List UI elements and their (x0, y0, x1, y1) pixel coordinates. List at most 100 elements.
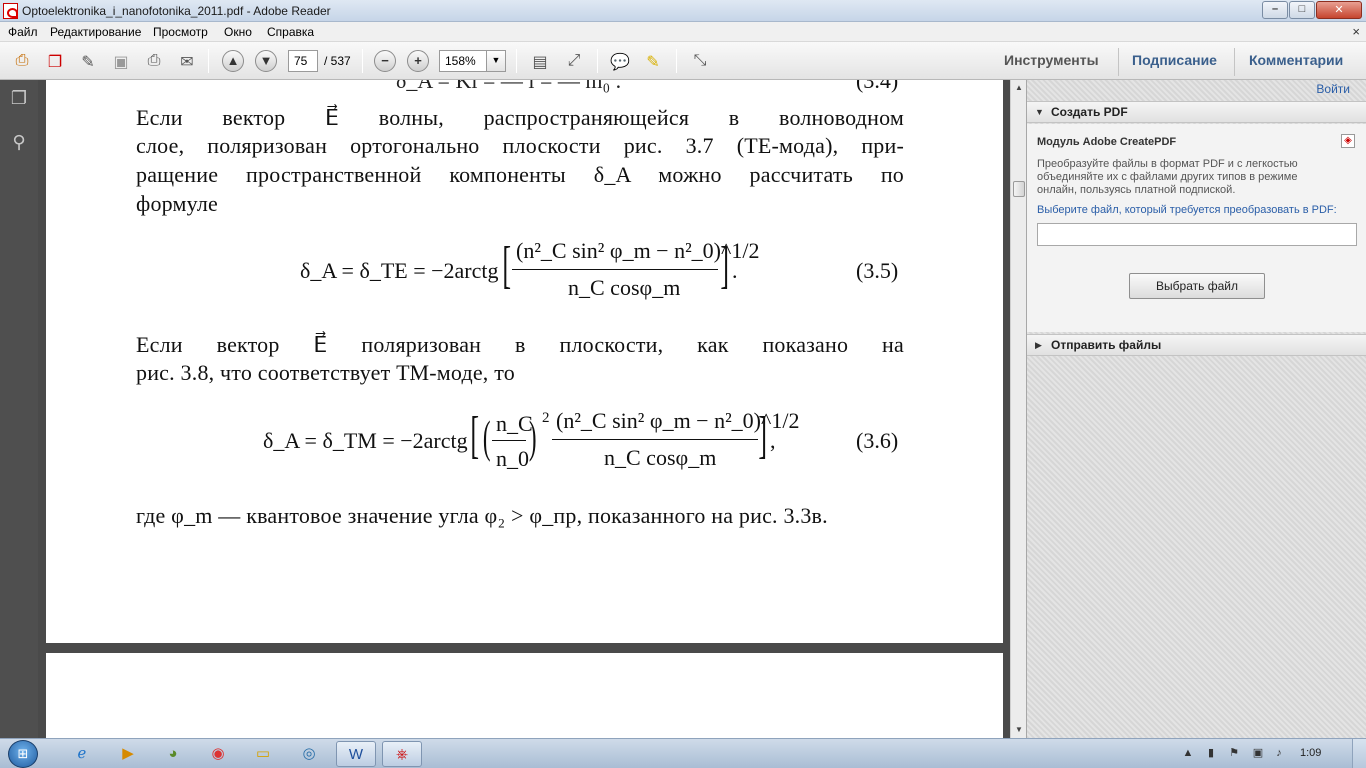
start-button[interactable]: ⊞ (8, 740, 38, 768)
create-pdf-panel: Модуль Adobe CreatePDF ◈ Преобразуйте фа… (1027, 124, 1366, 332)
sign-in-link[interactable]: Войти (1316, 82, 1350, 96)
window-title: Optoelektronika_i_nanofotonika_2011.pdf … (22, 4, 331, 18)
equation-3-6-number: (3.6) (856, 428, 899, 453)
menu-file[interactable]: Файл (8, 25, 38, 39)
right-paren: ) (528, 411, 537, 462)
toolbar-separator (516, 49, 517, 73)
paragraph-line: Если вектор E⃗ волны, распространяющейся… (136, 105, 904, 130)
clock[interactable]: 1:09 (1300, 747, 1321, 759)
navigation-pane: ❐ ⚲ (0, 80, 38, 738)
word-icon[interactable]: W (336, 741, 376, 767)
page-total: / 537 (324, 54, 351, 68)
zoom-dropdown-button[interactable]: ▼ (486, 50, 506, 72)
tab-separator (1118, 48, 1119, 76)
edit-pdf-icon[interactable]: ✎ (76, 50, 100, 72)
module-title: Модуль Adobe CreatePDF (1037, 136, 1177, 148)
equation-3-5-denominator: n_C cosφ_m (568, 275, 681, 300)
tab-tools[interactable]: Инструменты (1004, 52, 1099, 68)
fit-page-icon[interactable]: ▤ (528, 50, 552, 72)
email-icon[interactable]: ✉ (175, 50, 199, 72)
menu-bar: Файл Редактирование Просмотр Окно Справк… (0, 22, 1366, 42)
pages-icon[interactable]: ❐ (9, 88, 29, 110)
toolbar-separator (362, 49, 363, 73)
select-file-prompt: Выберите файл, который требуется преобра… (1037, 204, 1337, 216)
zoom-input[interactable]: 158% (439, 50, 487, 72)
toolbar: ⎙ ❐ ✎ ▣ ⎙ ✉ ▲ ▼ 75 / 537 − + 158% ▼ ▤ ⤢ … (0, 42, 1366, 80)
explorer-folder-icon[interactable]: ▭ (243, 741, 283, 767)
paragraph-line: Если вектор E⃗ поляризован в плоскости, … (136, 332, 904, 357)
toolbar-separator (597, 49, 598, 73)
equation-3-6-power: 2 (542, 410, 550, 426)
next-page-button[interactable]: ▼ (255, 50, 277, 72)
pdf-page (46, 653, 1003, 738)
adobe-reader-task-icon[interactable]: ⎈ (382, 741, 422, 767)
create-pdf-header[interactable]: ▼ Создать PDF (1027, 101, 1366, 123)
equation-3-6-denominator: n_C cosφ_m (604, 445, 717, 470)
scroll-down-icon[interactable]: ▼ (1011, 722, 1027, 738)
combine-files-icon[interactable]: ❐ (43, 50, 67, 72)
toolbar-separator (676, 49, 677, 73)
comment-icon[interactable]: 💬 (608, 50, 632, 72)
module-description: Преобразуйте файлы в формат PDF и с легк… (1037, 158, 1298, 170)
send-files-header[interactable]: ▶ Отправить файлы (1027, 334, 1366, 356)
previous-page-button[interactable]: ▲ (222, 50, 244, 72)
equation-3-4-fragment: δ_A = Kl = — l = — m₀ . (396, 80, 622, 93)
internet-explorer-icon[interactable]: ℯ (62, 741, 102, 767)
left-bracket: [ (502, 237, 511, 294)
menu-edit[interactable]: Редактирование (50, 25, 141, 39)
scrollbar-thumb[interactable] (1013, 181, 1025, 197)
left-bracket: [ (470, 407, 479, 464)
file-path-input[interactable] (1037, 223, 1357, 246)
close-button[interactable]: ✕ (1316, 1, 1362, 19)
zoom-out-button[interactable]: − (374, 50, 396, 72)
right-bracket: ] (720, 237, 729, 294)
choose-file-button[interactable]: Выбрать файл (1129, 273, 1265, 299)
tab-comments[interactable]: Комментарии (1249, 52, 1343, 68)
action-center-flag-icon[interactable]: ⚑ (1227, 746, 1241, 760)
save-icon[interactable]: ▣ (109, 50, 133, 72)
equation-3-4-number: (3.4) (856, 80, 899, 93)
fit-width-icon[interactable]: ⤢ (562, 50, 586, 72)
tab-separator (1234, 48, 1235, 76)
scroll-up-icon[interactable]: ▲ (1011, 80, 1027, 96)
app-icon[interactable]: ◕ (153, 741, 193, 767)
menu-view[interactable]: Просмотр (153, 25, 208, 39)
chrome-icon[interactable]: ◉ (198, 741, 238, 767)
show-hidden-icons-icon[interactable]: ▲ (1181, 746, 1195, 760)
fraction-line (492, 440, 526, 441)
full-screen-icon[interactable]: ⤡ (688, 50, 712, 72)
zoom-in-button[interactable]: + (407, 50, 429, 72)
media-player-icon[interactable]: ▶ (108, 741, 148, 767)
expanded-triangle-icon: ▼ (1035, 107, 1044, 117)
equation-3-6-comma: , (770, 428, 776, 453)
menu-help[interactable]: Справка (267, 25, 314, 39)
chevron-down-icon: ▼ (491, 55, 501, 65)
minimize-button[interactable]: – (1262, 1, 1288, 19)
show-desktop-button[interactable] (1352, 739, 1366, 768)
paragraph-line: рис. 3.8, что соответствует ТМ-моде, то (136, 360, 515, 385)
equation-3-6-lhs: δ_A = δ_TM = −2arctg (263, 428, 468, 453)
createpdf-icon: ◈ (1341, 134, 1355, 148)
paragraph-line: ращение пространственной компоненты δ_A … (136, 162, 904, 187)
highlight-icon[interactable]: ✎ (641, 50, 665, 72)
create-pdf-icon[interactable]: ⎙ (10, 50, 34, 72)
vertical-scrollbar[interactable]: ▲ ▼ (1010, 80, 1026, 738)
network-icon[interactable]: ▮ (1204, 746, 1218, 760)
attachments-icon[interactable]: ⚲ (9, 132, 29, 154)
volume-icon[interactable]: ♪ (1272, 746, 1286, 760)
page-number-input[interactable]: 75 (288, 50, 318, 72)
adobe-reader-icon (3, 3, 18, 19)
module-description: онлайн, пользуясь платной подпиской. (1037, 184, 1236, 196)
tab-sign[interactable]: Подписание (1132, 52, 1217, 68)
equation-3-5-lhs: δ_A = δ_TE = −2arctg (300, 258, 499, 283)
media-center-icon[interactable]: ◎ (289, 741, 329, 767)
power-icon[interactable]: ▣ (1251, 746, 1265, 760)
menu-window[interactable]: Окно (224, 25, 252, 39)
document-viewport[interactable]: δ_A = Kl = — l = — m₀ . (3.4) Если векто… (38, 80, 1010, 738)
close-document-icon[interactable]: × (1352, 24, 1360, 39)
print-icon[interactable]: ⎙ (142, 50, 166, 72)
taskbar: ⊞ ℯ ▶ ◕ ◉ ▭ ◎ W ⎈ ▲ ▮ ⚑ ▣ ♪ 1:09 (0, 738, 1366, 768)
toolbar-separator (208, 49, 209, 73)
maximize-button[interactable]: □ (1289, 1, 1315, 19)
pdf-page: δ_A = Kl = — l = — m₀ . (3.4) Если векто… (46, 80, 1003, 643)
